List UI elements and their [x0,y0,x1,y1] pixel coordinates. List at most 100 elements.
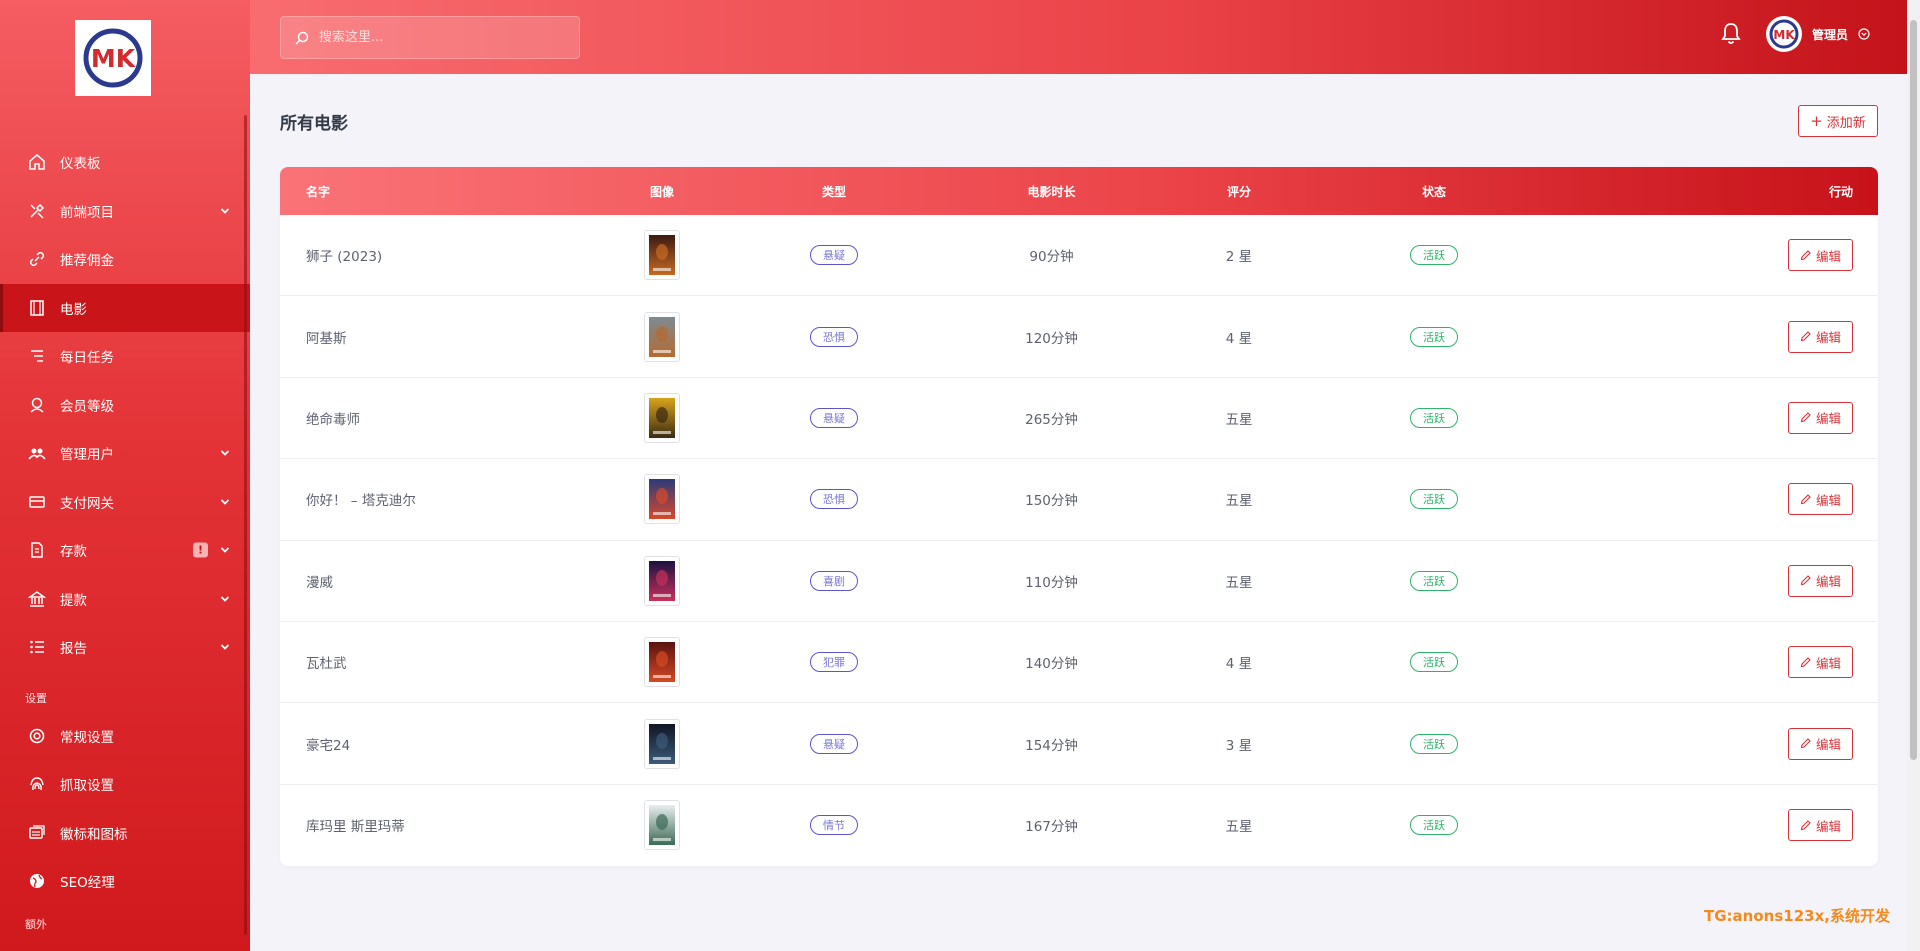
deposit-icon [31,542,43,558]
bell-icon[interactable] [1720,22,1742,46]
edit-button[interactable]: 编辑 [1788,320,1853,353]
header-duration: 电影时长 [1027,184,1076,199]
header-name: 名字 [306,184,331,199]
chevron-down-icon [220,208,230,214]
brand-logo[interactable]: MK [75,20,151,96]
poster-thumbnail[interactable] [644,718,680,769]
sidebar-item-tasks[interactable]: 每日任务 [0,332,250,381]
sidebar-item-label: SEO经理 [60,875,115,892]
edit-button[interactable]: 编辑 [1788,727,1853,760]
pencil-icon [1800,412,1811,423]
movie-rating: 3 星 [1225,737,1253,754]
edit-button[interactable]: 编辑 [1788,483,1853,516]
status-badge: 活跃 [1410,326,1458,347]
sidebar-item-label: 仪表板 [60,156,101,173]
edit-label: 编辑 [1815,655,1841,671]
movie-name: 瓦杜武 [306,656,347,673]
search-input[interactable] [319,30,559,45]
movie-name: 阿基斯 [306,330,347,347]
plus-icon: + [1810,112,1823,130]
table-row: 漫威 喜剧 110分钟 五星 活跃 编辑 [280,541,1878,622]
movie-rating: 五星 [1225,411,1253,428]
movie-duration: 90分钟 [1029,249,1074,266]
watermark: TG:anons123x,系统开发 [1704,907,1890,925]
edit-button[interactable]: 编辑 [1788,239,1853,272]
sidebar-item-tools[interactable]: 前端项目 [0,187,250,236]
sidebar-item-bank[interactable]: 提款 [0,575,250,624]
poster-thumbnail[interactable] [644,230,680,281]
sidebar-item-images[interactable]: 徽标和图标 [0,809,250,858]
status-badge: 活跃 [1410,815,1458,836]
movie-name: 库玛里 斯里玛蒂 [306,819,405,836]
tasks-icon [31,350,43,362]
header-image: 图像 [649,184,674,199]
header-status: 状态 [1421,184,1446,199]
chevron-down-icon [220,450,230,457]
sidebar-item-fingerprint[interactable]: 抓取设置 [0,760,250,809]
poster-thumbnail[interactable] [644,800,680,851]
sidebar-item-label: 推荐佣金 [60,253,114,270]
sidebar-scrollbar[interactable] [244,115,247,935]
poster-thumbnail[interactable] [644,311,680,362]
poster-image [649,397,675,438]
sidebar-item-globe[interactable]: SEO经理 [0,857,250,906]
sidebar-item-label: 每日任务 [60,350,114,367]
sidebar-item-link[interactable]: 推荐佣金 [0,235,250,284]
svg-text:MK: MK [91,44,137,73]
sidebar-item-credit-card[interactable]: 支付网关 [0,478,250,527]
sidebar-item-film[interactable]: 电影 [0,283,250,332]
poster-thumbnail[interactable] [644,637,680,688]
page-scrollbar-thumb[interactable] [1910,20,1917,760]
type-badge: 悬疑 [810,407,858,428]
header-action: 行动 [1828,184,1853,199]
member-icon [30,397,44,413]
images-icon [29,825,45,839]
table-row: 狮子 (2023) 悬疑 90分钟 2 星 活跃 编辑 [280,215,1878,297]
globe-icon [30,874,44,889]
avatar: MK [1766,16,1802,52]
section-label-settings: 设置 [25,691,47,705]
sidebar-item-label: 抓取设置 [60,778,114,795]
pencil-icon [1800,656,1811,667]
table-row: 你好！ – 塔克迪尔 恐惧 150分钟 五星 活跃 编辑 [280,459,1878,541]
edit-button[interactable]: 编辑 [1788,401,1853,434]
header-rating: 评分 [1226,184,1251,199]
sidebar-item-deposit[interactable]: 存款! [0,526,250,575]
lifebuoy-icon [29,728,45,744]
pencil-icon [1800,575,1811,586]
svg-text:MK: MK [1773,28,1795,42]
table-row: 绝命毒师 悬疑 265分钟 五星 活跃 编辑 [280,378,1878,460]
movie-duration: 150分钟 [1025,493,1078,510]
edit-button[interactable]: 编辑 [1788,809,1853,842]
sidebar-item-home[interactable]: 仪表板 [0,138,250,187]
user-menu[interactable]: MK 管理员 [1766,16,1870,52]
movie-rating: 五星 [1225,493,1253,510]
chevron-down-icon [220,499,230,505]
poster-image [649,560,675,601]
poster-image [649,479,675,520]
sidebar-item-users[interactable]: 管理用户 [0,429,250,478]
movie-rating: 4 星 [1225,656,1253,673]
edit-button[interactable]: 编辑 [1788,564,1853,597]
movie-duration: 265分钟 [1025,411,1078,428]
sidebar-item-list[interactable]: 报告 [0,623,250,672]
poster-thumbnail[interactable] [644,474,680,525]
edit-label: 编辑 [1815,411,1841,427]
poster-image [649,642,675,683]
sidebar-item-label: 存款 [60,544,87,561]
type-badge: 恐惧 [810,326,858,347]
status-badge: 活跃 [1410,407,1458,428]
sidebar-item-member[interactable]: 会员等级 [0,381,250,430]
movie-name: 狮子 (2023) [306,249,383,266]
edit-button[interactable]: 编辑 [1788,646,1853,679]
page-scrollbar[interactable] [1907,0,1920,951]
chevron-down-circle-icon [1858,28,1870,40]
sidebar-item-label: 管理用户 [60,447,114,464]
sidebar-item-lifebuoy[interactable]: 常规设置 [0,712,250,761]
table-body: 狮子 (2023) 悬疑 90分钟 2 星活跃 编辑 阿基斯 恐惧 120分钟 4 星活跃 编辑绝… [280,215,1878,866]
poster-thumbnail[interactable] [644,555,680,606]
edit-label: 编辑 [1815,737,1841,753]
search-box[interactable] [280,16,580,59]
poster-thumbnail[interactable] [644,392,680,443]
add-new-button[interactable]: + 添加新 [1798,105,1878,137]
